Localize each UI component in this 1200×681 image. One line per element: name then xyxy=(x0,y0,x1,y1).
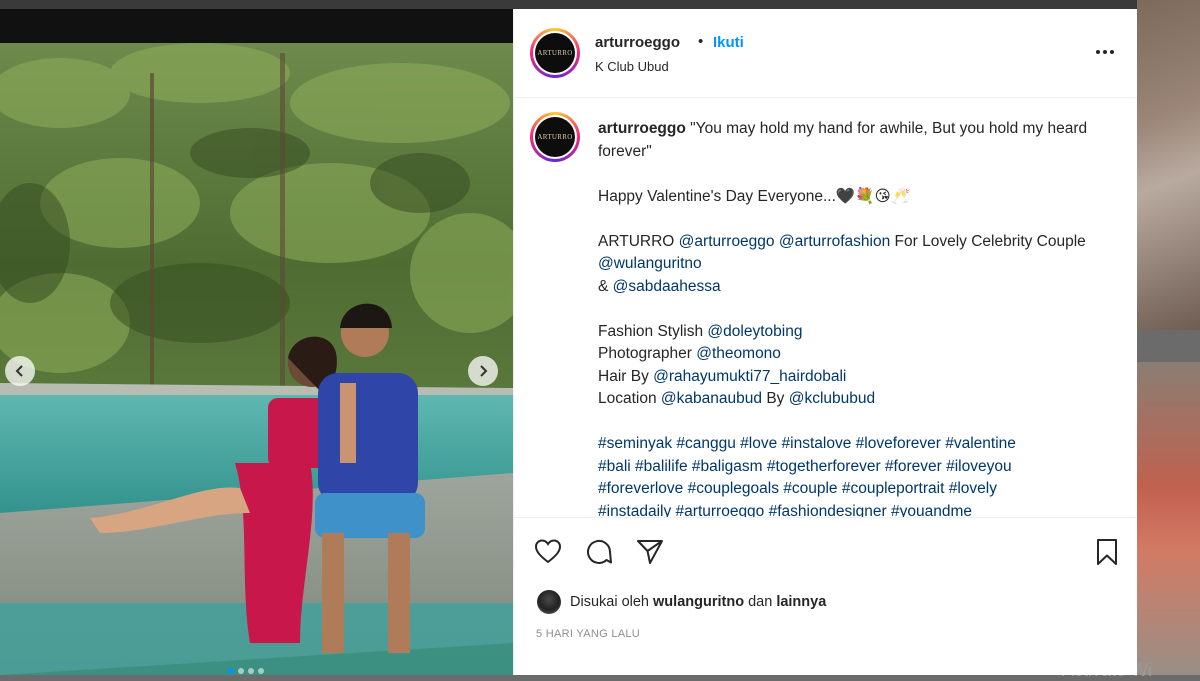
mention-link[interactable]: @arturrofashion xyxy=(779,233,890,250)
credits-text: For Lovely Celebrity Couple xyxy=(894,232,1086,250)
hashtag-line[interactable]: #foreverlove #couplegoals #couple #coupl… xyxy=(598,480,997,497)
mention-link[interactable]: @rahayumukti77_hairdobali xyxy=(653,368,846,385)
post-media xyxy=(0,9,513,675)
caption-hashtags: #seminyak #canggu #love #instalove #love… xyxy=(598,433,1108,518)
mention-link[interactable]: @kabanaubud xyxy=(661,390,762,407)
hashtag-line[interactable]: #bali #balilife #baligasm #togetherforev… xyxy=(598,458,1012,475)
caption-avatar[interactable]: ARTURRO xyxy=(530,112,580,162)
mention-link[interactable]: @sabdaahessa xyxy=(613,278,721,295)
likes-prefix: Disukai oleh xyxy=(570,594,649,610)
background-top-strip xyxy=(0,0,1200,9)
background-post-thumbnail xyxy=(1137,0,1200,330)
carousel-indicator xyxy=(228,668,264,674)
team-label: Fashion Stylish xyxy=(598,322,704,340)
hashtag-line[interactable]: #seminyak #canggu #love #instalove #love… xyxy=(598,435,1016,452)
credits-amp: & xyxy=(598,277,609,295)
team-label: By xyxy=(766,390,785,407)
post-detail-panel: ARTURRO arturroeggo • Ikuti K Club Ubud … xyxy=(513,9,1137,675)
media-top-bar xyxy=(0,9,513,43)
carousel-next-button[interactable] xyxy=(468,356,498,386)
caption-username[interactable]: arturroeggo xyxy=(598,120,686,137)
avatar-logo: ARTURRO xyxy=(535,117,575,157)
post-photo xyxy=(0,43,513,675)
team-label: Photographer xyxy=(598,345,692,362)
carousel-dot xyxy=(228,668,234,674)
carousel-dot xyxy=(258,668,264,674)
likes-others-link[interactable]: lainnya xyxy=(776,594,826,610)
mention-link[interactable]: @theomono xyxy=(696,345,781,362)
comment-icon[interactable] xyxy=(584,537,614,567)
chevron-right-icon xyxy=(480,365,488,377)
likes-summary: Disukai oleh wulanguritno dan lainnya xyxy=(537,589,826,615)
avatar-border: ARTURRO xyxy=(533,115,577,159)
caption-greeting: Happy Valentine's Day Everyone...🖤💐😘🥂 xyxy=(598,187,910,205)
mention-link[interactable]: @arturroeggo xyxy=(679,233,775,250)
share-icon[interactable] xyxy=(635,537,665,567)
post-location[interactable]: K Club Ubud xyxy=(595,59,669,74)
caption-scroll-area[interactable]: ARTURRO arturroeggo "You may hold my han… xyxy=(514,98,1136,518)
chevron-left-icon xyxy=(15,365,23,377)
bookmark-icon[interactable] xyxy=(1092,537,1122,567)
avatar-logo: ARTURRO xyxy=(535,33,575,73)
post-modal: ARTURRO arturroeggo • Ikuti K Club Ubud … xyxy=(0,9,1137,675)
caption-team: Fashion Stylish @doleytobing Photographer… xyxy=(598,321,1108,411)
post-timestamp[interactable]: 5 HARI YANG LALU xyxy=(536,628,640,640)
credits-brand: ARTURRO xyxy=(598,232,675,250)
caption-quote-paragraph: arturroeggo "You may hold my hand for aw… xyxy=(598,118,1108,163)
post-actions xyxy=(514,529,1136,573)
liker-avatar[interactable] xyxy=(537,590,561,614)
carousel-dot xyxy=(238,668,244,674)
caption-credits: ARTURRO @arturroeggo @arturrofashion For… xyxy=(598,231,1108,299)
author-username[interactable]: arturroeggo xyxy=(595,34,680,51)
likes-mid: dan xyxy=(748,594,773,610)
heart-icon[interactable] xyxy=(533,537,563,567)
header-separator: • xyxy=(698,33,704,50)
mention-link[interactable]: @kclububud xyxy=(789,390,875,407)
liker-username[interactable]: wulanguritno xyxy=(653,594,744,610)
post-header: ARTURRO arturroeggo • Ikuti K Club Ubud xyxy=(514,9,1137,98)
caption-text: arturroeggo "You may hold my hand for aw… xyxy=(598,118,1108,518)
follow-button[interactable]: Ikuti xyxy=(713,34,744,51)
mention-link[interactable]: @doleytobing xyxy=(707,323,802,340)
mention-link[interactable]: @wulanguritno xyxy=(598,255,702,272)
carousel-dot xyxy=(248,668,254,674)
likes-text: Disukai oleh wulanguritno dan lainnya xyxy=(570,594,826,610)
carousel-prev-button[interactable] xyxy=(5,356,35,386)
author-avatar[interactable]: ARTURRO xyxy=(530,28,580,78)
background-post-thumbnail xyxy=(1137,362,1200,675)
background-gap xyxy=(1137,330,1200,362)
more-options-icon[interactable] xyxy=(1092,42,1118,62)
avatar-border: ARTURRO xyxy=(533,31,577,75)
hashtag-line[interactable]: #instadaily #arturroeggo #fashiondesigne… xyxy=(598,503,972,518)
team-label: Hair By xyxy=(598,367,649,385)
team-label: Location xyxy=(598,390,657,407)
